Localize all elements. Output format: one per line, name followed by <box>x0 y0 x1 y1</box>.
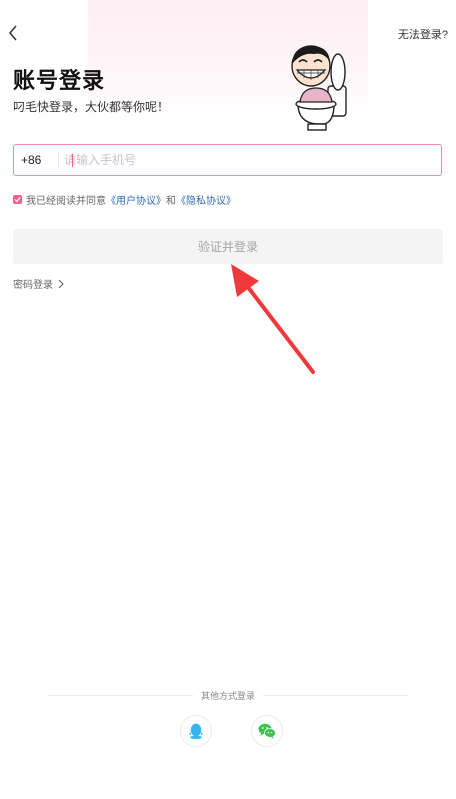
privacy-policy-link[interactable]: 《隐私协议》 <box>176 192 236 207</box>
chevron-left-icon <box>9 25 17 41</box>
page-subtitle: 叼毛快登录，大伙都等你呢！ <box>13 100 170 114</box>
password-login-label: 密码登录 <box>13 280 53 291</box>
check-icon <box>14 197 21 203</box>
back-button[interactable] <box>2 20 24 46</box>
phone-field[interactable]: +86 <box>13 144 442 176</box>
chevron-right-icon <box>58 279 64 288</box>
agreement-row: 我已经阅读并同意 《用户协议》 和 《隐私协议》 <box>13 192 236 207</box>
divider-line-right <box>263 694 408 696</box>
cannot-login-link[interactable]: 无法登录? <box>398 26 448 42</box>
login-page: 无法登录? 账号登录 叼毛快登录，大伙都等你呢！ +86 请输入手机号 我已经阅… <box>0 0 456 799</box>
agreement-connector: 和 <box>166 196 176 207</box>
page-title: 账号登录 <box>13 68 106 93</box>
verify-login-button[interactable]: 验证并登录 <box>13 229 443 264</box>
other-login-label: 其他方式登录 <box>201 690 256 701</box>
divider-line-left <box>49 694 193 696</box>
wechat-icon <box>258 723 276 739</box>
wechat-login-button[interactable] <box>251 715 283 747</box>
text-caret <box>72 154 73 167</box>
agreement-checkbox[interactable] <box>13 195 22 204</box>
country-code-selector[interactable]: +86 <box>14 153 58 167</box>
qq-login-button[interactable] <box>180 715 212 747</box>
user-agreement-link[interactable]: 《用户协议》 <box>106 192 166 207</box>
qq-icon <box>189 723 203 739</box>
phone-input[interactable] <box>59 145 441 175</box>
agreement-text: 我已经阅读并同意 <box>26 196 106 207</box>
mascot-illustration <box>291 45 347 131</box>
password-login-link[interactable]: 密码登录 <box>13 276 65 291</box>
other-login-divider: 其他方式登录 <box>49 688 408 702</box>
